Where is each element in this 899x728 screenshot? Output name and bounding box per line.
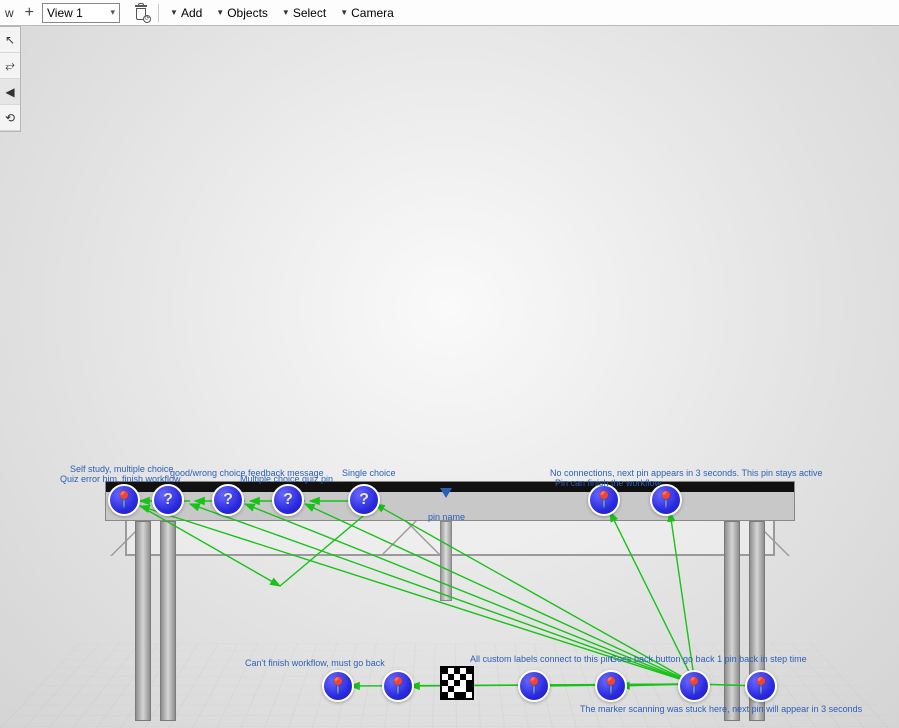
location-icon: 📍	[114, 490, 134, 510]
table-leg	[160, 521, 176, 721]
location-icon: 📍	[388, 676, 408, 696]
location-icon: 📍	[328, 676, 348, 696]
pin-location[interactable]: 📍	[322, 670, 354, 702]
triangle-down-icon: ▼	[216, 8, 224, 17]
pin-location[interactable]: 📍	[650, 484, 682, 516]
pin-label: Multiple choice quiz pin	[240, 474, 333, 484]
menu-add[interactable]: ▼Add	[165, 3, 207, 23]
table-midpost	[440, 521, 452, 601]
location-icon: 📍	[594, 490, 614, 510]
pin-label: Can't finish workflow, must go back	[245, 658, 385, 668]
viewport-3d[interactable]: 📍 ? ? ? ? 📍 📍 📍 📍 📍 📍 📍 📍 pin name Self …	[0, 26, 899, 728]
pin-label: Quiz error him, finish workflow	[60, 474, 181, 484]
triangle-down-icon: ▼	[282, 8, 290, 17]
pin-location[interactable]: 📍	[518, 670, 550, 702]
side-tool-move[interactable]: ⥂	[0, 53, 20, 79]
rotate-icon: ⟲	[5, 111, 15, 125]
triangle-left-icon: ◀	[5, 85, 14, 99]
pin-label: Goes back button go back 1 pin back in s…	[610, 654, 807, 664]
triangle-down-icon: ▼	[340, 8, 348, 17]
view-dropdown-label: View 1	[47, 6, 83, 20]
pin-quiz[interactable]: ?	[212, 484, 244, 516]
toolbar-divider	[158, 4, 159, 22]
location-icon: 📍	[656, 490, 676, 510]
top-toolbar: w + View 1 ▾ ⟳ ▼Add ▼Objects ▼Select ▼Ca…	[0, 0, 899, 26]
trash-icon: ⟳	[133, 4, 149, 22]
question-icon: ?	[359, 491, 369, 509]
cursor-icon: ↖	[5, 33, 15, 47]
menu-select[interactable]: ▼Select	[277, 3, 331, 23]
menu-add-label: Add	[181, 6, 202, 20]
side-toolbar: ↖ ⥂ ◀ ⟲	[0, 26, 21, 132]
triangle-down-icon: ▼	[170, 8, 178, 17]
menu-objects[interactable]: ▼Objects	[211, 3, 273, 23]
pin-location[interactable]: 📍	[595, 670, 627, 702]
view-dropdown[interactable]: View 1 ▾	[42, 3, 120, 23]
table-leg	[724, 521, 740, 721]
pin-quiz[interactable]: ?	[152, 484, 184, 516]
menu-camera-label: Camera	[351, 6, 394, 20]
pin-location[interactable]: 📍	[108, 484, 140, 516]
pin-quiz[interactable]: ?	[272, 484, 304, 516]
pin-label: Single choice	[342, 468, 396, 478]
side-tool-cursor[interactable]: ↖	[0, 27, 20, 53]
menu-objects-label: Objects	[227, 6, 268, 20]
location-icon: 📍	[684, 676, 704, 696]
pin-location[interactable]: 📍	[588, 484, 620, 516]
move-icon: ⥂	[5, 58, 15, 73]
chevron-down-icon: ▾	[110, 7, 115, 18]
location-icon: 📍	[524, 676, 544, 696]
toolbar-leading-label: w	[2, 3, 17, 23]
pin-location[interactable]: 📍	[745, 670, 777, 702]
qr-marker[interactable]	[440, 666, 474, 700]
question-icon: ?	[283, 491, 293, 509]
location-icon: 📍	[751, 676, 771, 696]
menu-camera[interactable]: ▼Camera	[335, 3, 399, 23]
pin-location[interactable]: 📍	[382, 670, 414, 702]
pin-label: Pin can finish the workflow	[555, 478, 661, 488]
delete-button[interactable]: ⟳	[130, 3, 152, 23]
side-tool-arrow[interactable]: ◀	[0, 79, 20, 105]
pin-label: All custom labels connect to this pin	[470, 654, 613, 664]
question-icon: ?	[163, 491, 173, 509]
center-pin-label: pin name	[428, 512, 465, 522]
pin-label: Self study, multiple choice	[70, 464, 173, 474]
menu-select-label: Select	[293, 6, 326, 20]
pin-label: The marker scanning was stuck here, next…	[580, 704, 862, 714]
pin-label: No connections, next pin appears in 3 se…	[550, 468, 823, 478]
arrow-down-icon	[440, 488, 452, 498]
pin-location[interactable]: 📍	[678, 670, 710, 702]
side-tool-rotate[interactable]: ⟲	[0, 105, 20, 131]
table-leg	[135, 521, 151, 721]
location-icon: 📍	[601, 676, 621, 696]
pin-quiz[interactable]: ?	[348, 484, 380, 516]
add-icon[interactable]: +	[21, 3, 38, 23]
question-icon: ?	[223, 491, 233, 509]
